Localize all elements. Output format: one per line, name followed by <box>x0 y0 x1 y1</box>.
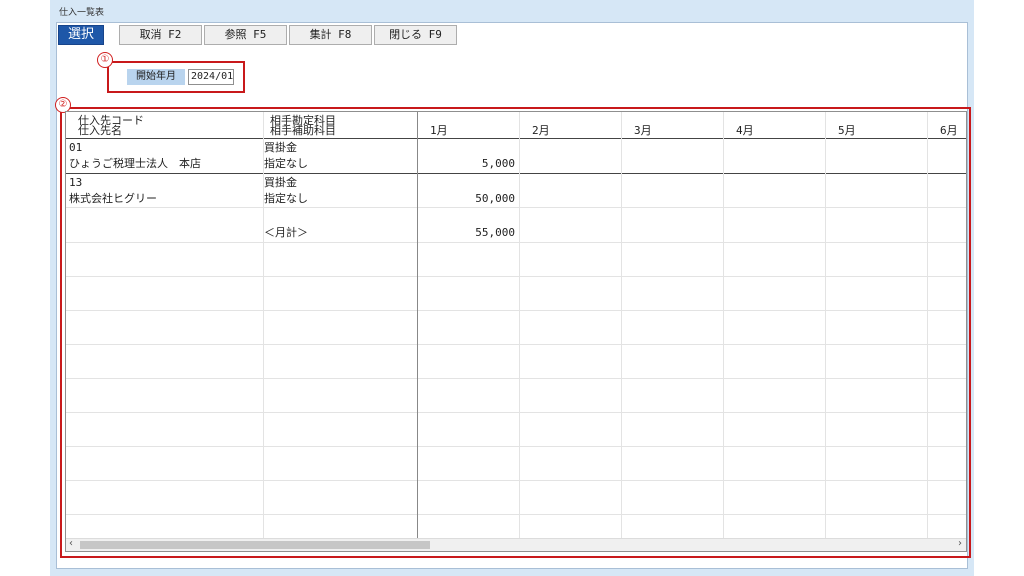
horizontal-scrollbar[interactable]: ‹ › <box>66 538 966 551</box>
row-line <box>66 446 966 447</box>
supplier-name: 株式会社ヒグリー <box>69 192 157 205</box>
supplier-name: ひょうご税理士法人 本店 <box>69 157 201 170</box>
row-line <box>66 276 966 277</box>
sub-account: 指定なし <box>264 192 308 205</box>
scrollbar-thumb[interactable] <box>80 541 430 549</box>
account: 買掛金 <box>264 141 297 154</box>
col-line <box>519 112 520 542</box>
amount-month-1[interactable]: 50,000 <box>418 192 515 205</box>
header-month-3: 3月 <box>634 124 652 137</box>
header-month-4: 4月 <box>736 124 754 137</box>
client-area: 選択 取消 F2 参照 F5 集計 F8 閉じる F9 ① 開始年月 2024/… <box>55 22 971 569</box>
col-line <box>927 112 928 542</box>
reference-button[interactable]: 参照 F5 <box>204 25 287 45</box>
aggregate-button[interactable]: 集計 F8 <box>289 25 372 45</box>
account: 買掛金 <box>264 176 297 189</box>
col-line <box>417 112 418 542</box>
header-month-5: 5月 <box>838 124 856 137</box>
title-bar: 仕入一覧表 <box>50 0 974 22</box>
header-month-2: 2月 <box>532 124 550 137</box>
row-line <box>66 378 966 379</box>
cancel-button[interactable]: 取消 F2 <box>119 25 202 45</box>
app-window: 仕入一覧表 選択 取消 F2 参照 F5 集計 F8 閉じる F9 ① 開始年月… <box>50 0 974 576</box>
start-month-input[interactable]: 2024/01 <box>188 69 234 85</box>
col-line <box>723 112 724 542</box>
col-line <box>825 112 826 542</box>
row-line <box>66 412 966 413</box>
header-supplier-name: 仕入先名 <box>78 124 122 137</box>
col-line <box>621 112 622 542</box>
row-separator <box>66 173 966 174</box>
purchase-grid: 仕入先コード 仕入先名 相手勘定科目 相手補助科目 1月 2月 3月 4月 5月… <box>65 111 967 552</box>
supplier-code: 13 <box>69 176 83 189</box>
callout-marker-1: ① <box>97 52 113 68</box>
row-line <box>66 344 966 345</box>
header-sub-account: 相手補助科目 <box>270 124 336 137</box>
total-label: ＜月計＞ <box>264 226 308 239</box>
row-line <box>66 242 966 243</box>
scroll-left-icon[interactable]: ‹ <box>69 538 73 549</box>
header-month-1: 1月 <box>430 124 448 137</box>
row-line <box>66 514 966 515</box>
start-month-label: 開始年月 <box>127 69 185 85</box>
row-line <box>66 207 966 208</box>
scroll-right-icon[interactable]: › <box>958 538 962 549</box>
sub-account: 指定なし <box>264 157 308 170</box>
row-line <box>66 480 966 481</box>
select-button[interactable]: 選択 <box>58 25 104 45</box>
supplier-code: 01 <box>69 141 83 154</box>
close-button[interactable]: 閉じる F9 <box>374 25 457 45</box>
total-month-1: 55,000 <box>475 226 515 239</box>
window-title: 仕入一覧表 <box>59 8 105 18</box>
header-separator <box>66 138 966 139</box>
row-line <box>66 310 966 311</box>
amount-month-1[interactable]: 5,000 <box>418 157 515 170</box>
header-month-6: 6月 <box>940 124 958 137</box>
